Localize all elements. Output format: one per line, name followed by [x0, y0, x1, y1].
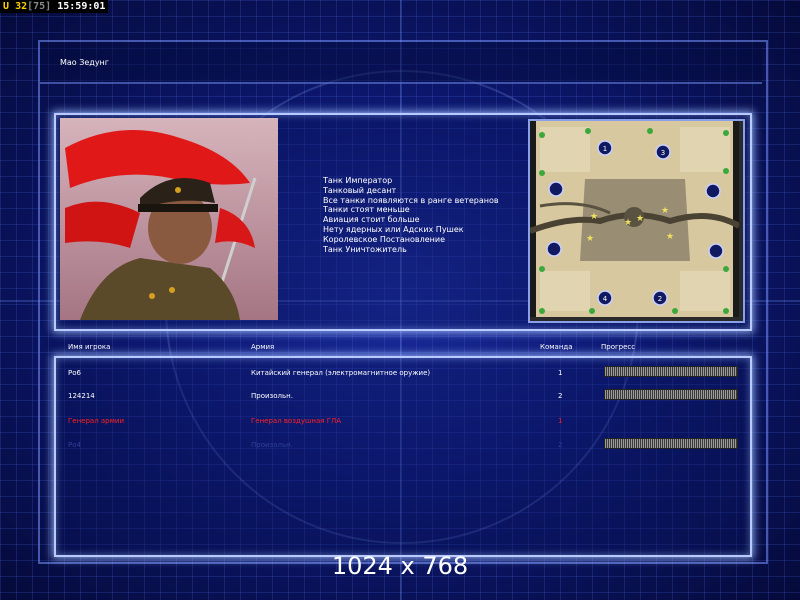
player-team: 1	[558, 369, 563, 377]
table-row: 124214 Произольн. 2	[0, 389, 800, 412]
svg-text:★: ★	[636, 214, 644, 224]
bonus-item: Танк Император	[323, 176, 393, 185]
table-row: Ро6 Китайский генерал (электромагнитное …	[0, 366, 800, 389]
player-name: 124214	[68, 392, 95, 400]
table-row: Ро4 Произольн. 2	[0, 438, 800, 461]
title-bar: Мао Зедунг	[40, 42, 762, 84]
bonus-item: Танки стоят меньше	[323, 205, 410, 215]
player-name: Ро4	[68, 441, 81, 449]
start-label: 2	[658, 295, 662, 303]
bonus-item: Танк Уничтожитель	[323, 244, 407, 254]
col-header-progress: Прогресс	[601, 343, 636, 351]
start-label: 3	[661, 149, 665, 157]
map-preview: 1 2 3 4 ★ ★ ★ ★ ★ ★	[528, 119, 745, 323]
start-label: 4	[603, 295, 608, 303]
clock: 15:59:01	[57, 1, 106, 12]
svg-text:★: ★	[666, 232, 674, 242]
player-team: 2	[558, 441, 563, 449]
general-bonuses-list: Танк Император Танковый десант Все танки…	[323, 176, 499, 254]
col-header-army: Армия	[251, 343, 275, 351]
unit-cap: [75]	[27, 1, 52, 12]
bonus-item: Все танки появляются в ранге ветеранов	[323, 195, 499, 205]
player-team: 2	[558, 392, 563, 400]
table-row: Генерал армии Генерал воздушная ГЛА 1	[0, 417, 800, 437]
player-team: 1	[558, 417, 563, 425]
player-name: Генерал армии	[68, 417, 125, 425]
player-name-title: Мао Зедунг	[60, 58, 109, 67]
svg-text:★: ★	[661, 206, 669, 216]
bonus-item: Нету ядерных или Адских Пушек	[323, 224, 464, 234]
bonus-item: Авиация стоит больше	[323, 215, 420, 225]
hud-status: U 32[75] 15:59:01	[0, 0, 109, 13]
svg-text:★: ★	[590, 212, 598, 222]
unit-count: 32	[15, 1, 28, 12]
start-label: 1	[603, 145, 607, 153]
player-army: Произольн.	[251, 392, 293, 400]
resolution-label: 1024 x 768	[331, 552, 469, 580]
unit-label: U	[3, 1, 10, 12]
svg-text:★: ★	[586, 234, 594, 244]
load-progress-bar	[604, 366, 738, 377]
general-portrait	[60, 118, 278, 320]
player-name: Ро6	[68, 369, 81, 377]
svg-text:★: ★	[624, 218, 632, 228]
bonus-item: Королевское Постановление	[323, 234, 445, 244]
player-army: Генерал воздушная ГЛА	[251, 417, 342, 425]
player-army: Произольн.	[251, 441, 293, 449]
load-progress-bar	[604, 389, 738, 400]
col-header-team: Команда	[540, 343, 573, 351]
player-army: Китайский генерал (электромагнитное оруж…	[251, 369, 431, 377]
load-progress-bar	[604, 438, 738, 449]
col-header-name: Имя игрока	[68, 343, 111, 351]
bonus-item: Танковый десант	[323, 185, 397, 195]
